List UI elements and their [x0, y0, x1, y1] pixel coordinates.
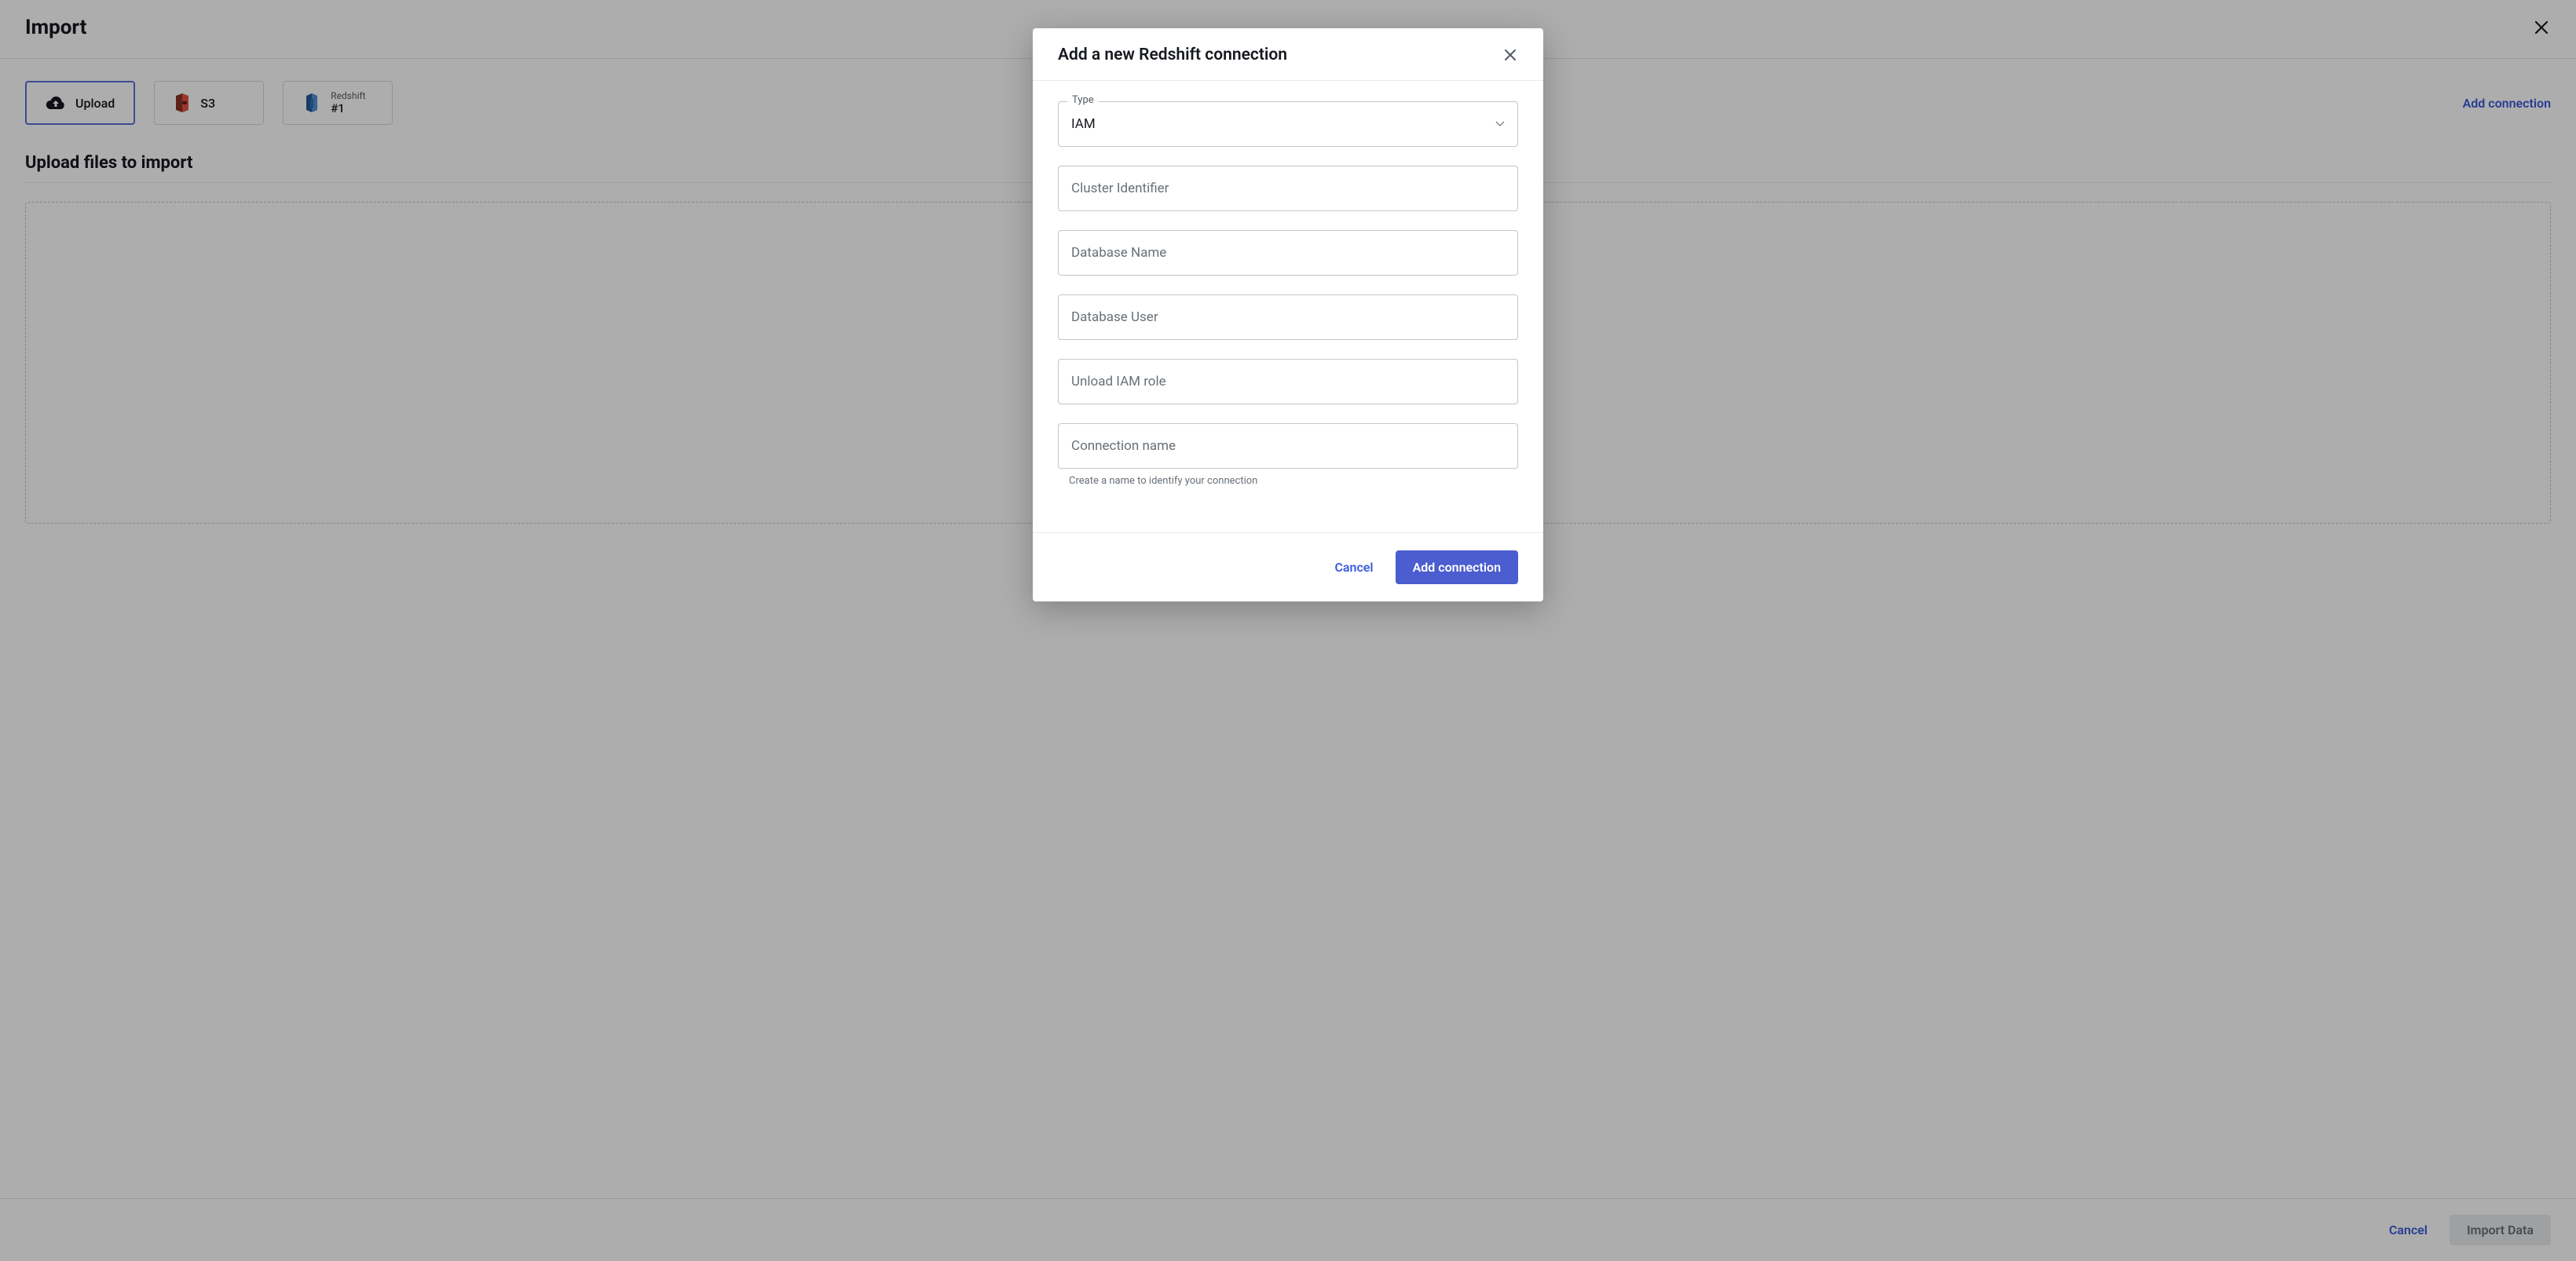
type-select[interactable]: IAM: [1058, 101, 1518, 147]
cluster-identifier-input[interactable]: [1058, 166, 1518, 211]
redshift-connection-modal: Add a new Redshift connection Type IAM: [1033, 28, 1543, 601]
modal-title: Add a new Redshift connection: [1058, 46, 1287, 64]
type-field: Type IAM: [1058, 101, 1518, 147]
connection-name-helper: Create a name to identify your connectio…: [1058, 475, 1518, 487]
database-user-input[interactable]: [1058, 294, 1518, 340]
connection-name-field: Create a name to identify your connectio…: [1058, 423, 1518, 487]
type-label: Type: [1067, 94, 1099, 106]
modal-overlay[interactable]: Add a new Redshift connection Type IAM: [0, 0, 2576, 1261]
modal-header: Add a new Redshift connection: [1033, 28, 1543, 81]
modal-add-connection-button[interactable]: Add connection: [1396, 550, 1518, 584]
modal-cancel-button[interactable]: Cancel: [1334, 560, 1373, 575]
close-icon: [1504, 49, 1517, 61]
connection-name-input[interactable]: [1058, 423, 1518, 469]
database-name-field: [1058, 230, 1518, 276]
database-user-field: [1058, 294, 1518, 340]
chevron-down-icon: [1495, 121, 1505, 127]
modal-footer: Cancel Add connection: [1033, 532, 1543, 601]
type-value: IAM: [1071, 116, 1096, 132]
modal-close-button[interactable]: [1502, 47, 1518, 63]
database-name-input[interactable]: [1058, 230, 1518, 276]
modal-body: Type IAM: [1033, 81, 1543, 501]
unload-iam-role-input[interactable]: [1058, 359, 1518, 404]
unload-iam-role-field: [1058, 359, 1518, 404]
cluster-identifier-field: [1058, 166, 1518, 211]
